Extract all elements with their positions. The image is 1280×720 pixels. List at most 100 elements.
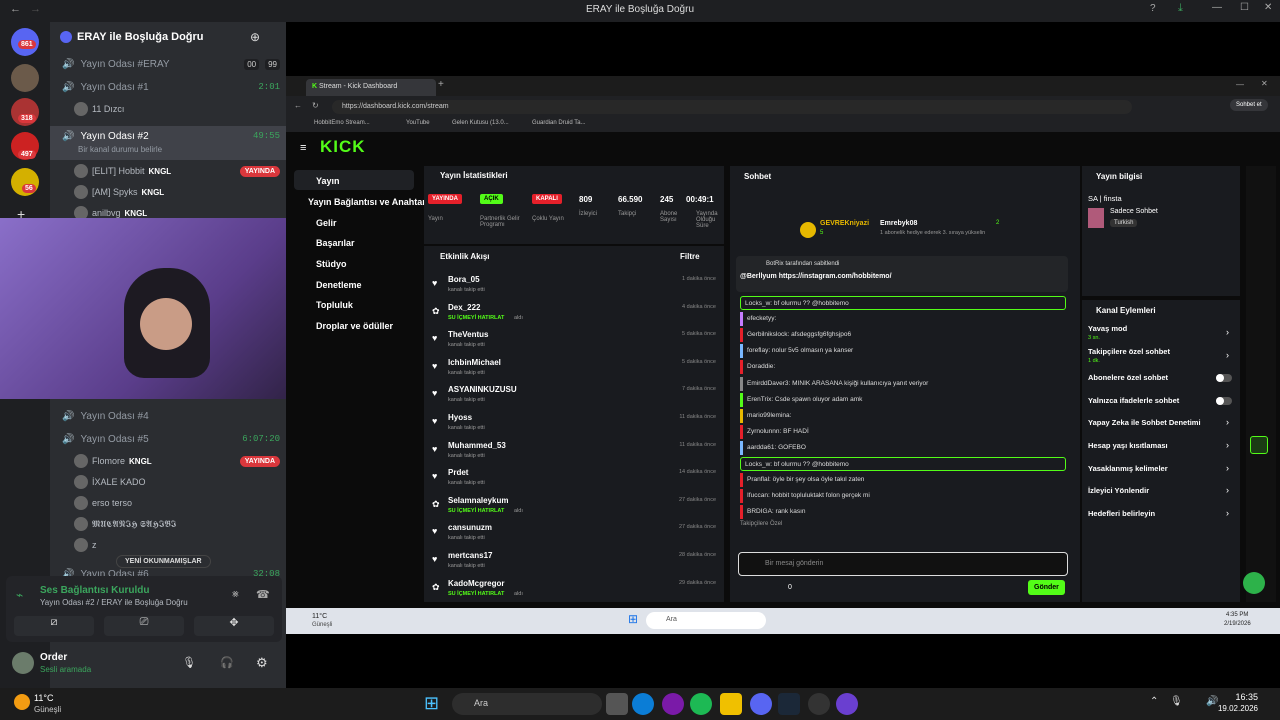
chat-message[interactable]: Ifuccan: hobbit topluluktakt folon gerçe… xyxy=(740,489,1066,504)
channel-action-row[interactable]: Takipçilere özel sohbet 1 dk. › xyxy=(1082,345,1240,367)
close-icon[interactable]: ✕ xyxy=(1264,2,1272,13)
activity-row[interactable]: ✿ KadoMcgregor SU İÇMEYİ HATIRLAT aldı 29 da… xyxy=(424,576,724,602)
back-arrow-icon[interactable]: ← xyxy=(294,101,302,110)
opera-icon[interactable] xyxy=(662,693,684,715)
app-icon[interactable] xyxy=(836,693,858,715)
bookmark[interactable]: YouTube xyxy=(406,120,430,126)
channel-action-row[interactable]: Yapay Zeka ile Sohbet Denetimi › xyxy=(1082,412,1240,434)
bookmark[interactable]: Guardian Druid Ta... xyxy=(532,120,586,126)
menu-item-topluluk[interactable]: Topluluk xyxy=(316,300,353,310)
voice-user[interactable]: [AM] Spyks KNGL xyxy=(74,183,280,201)
maximize-icon[interactable]: ☐ xyxy=(1240,2,1249,13)
avatar[interactable] xyxy=(12,652,34,674)
disconnect-icon[interactable]: ☎ xyxy=(256,588,270,601)
activities-button[interactable]: ✥ xyxy=(194,616,274,636)
browser-tab[interactable]: K Stream - Kick Dashboard xyxy=(306,79,436,96)
channel-action-row[interactable]: Yasaklanmış kelimeler › xyxy=(1082,458,1240,480)
address-bar[interactable]: https://dashboard.kick.com/stream xyxy=(332,100,1132,114)
channel-yayin-eray[interactable]: 🔊 Yayın Odası #ERAY 00 99 xyxy=(58,54,280,74)
menu-item-droplar[interactable]: Droplar ve ödüller xyxy=(316,321,393,331)
channel-action-row[interactable]: Yalnızca ifadelerle sohbet xyxy=(1082,390,1240,412)
channel-action-row[interactable]: Hedefleri belirleyin › xyxy=(1082,503,1240,525)
chat-input[interactable]: Bir mesaj gönderin xyxy=(738,552,1068,576)
activity-row[interactable]: ♥ mertcans17 kanalı takip etti 28 dakika ön… xyxy=(424,548,724,574)
obs-icon[interactable] xyxy=(808,693,830,715)
minimize-icon[interactable]: — xyxy=(1236,80,1244,89)
voice-user[interactable]: z xyxy=(74,536,280,554)
menu-item-yayin[interactable]: Yayın xyxy=(316,176,340,186)
chat-message[interactable]: ErenTrix: Csde spawn oluyor adam amk xyxy=(740,392,1066,407)
filter-button[interactable]: Filtre xyxy=(680,252,700,261)
toggle-switch[interactable] xyxy=(1216,396,1232,405)
microphone-icon[interactable]: 🎙 xyxy=(1170,696,1183,707)
username[interactable]: Order xyxy=(40,652,67,663)
activity-row[interactable]: ♥ TheVentus kanalı takip etti 5 dakika önce xyxy=(424,327,724,353)
voice-user[interactable]: [ELIT] Hobbit KNGL YAYINDA xyxy=(74,162,280,180)
task-view-icon[interactable] xyxy=(606,693,628,715)
server-icon[interactable] xyxy=(11,64,39,92)
activity-row[interactable]: ✿ Dex_222 SU İÇMEYİ HATIRLAT aldı 4 dakika ö… xyxy=(424,300,724,326)
clock[interactable]: 16:35 xyxy=(1218,692,1258,702)
hamburger-icon[interactable]: ≡ xyxy=(300,142,306,154)
activity-row[interactable]: ♥ cansunuzm kanalı takip etti 27 dakika önc… xyxy=(424,520,724,546)
unread-pill[interactable]: YENİ OKUNMAMIŞLAR xyxy=(116,555,211,568)
edge-icon[interactable] xyxy=(632,693,654,715)
file-explorer-icon[interactable] xyxy=(720,693,742,715)
chat-message[interactable]: foreflay: nolur 5v5 olmasın ya kanser xyxy=(740,344,1066,359)
settings-gear-icon[interactable]: ⚙ xyxy=(256,655,268,671)
minimize-icon[interactable]: — xyxy=(1212,2,1222,13)
chat-message[interactable]: Locks_w: bf olurmu ?? @hobbitemo xyxy=(740,457,1066,471)
category-name[interactable]: Sadece Sohbet xyxy=(1110,208,1158,215)
new-tab-icon[interactable]: + xyxy=(438,79,444,90)
noise-suppression-icon[interactable]: ⨳ xyxy=(232,588,239,601)
spotify-icon[interactable] xyxy=(690,693,712,715)
activity-row[interactable]: ✿ Selamnaleykum SU İÇMEYİ HATIRLAT aldı 27 d… xyxy=(424,493,724,519)
voice-user[interactable]: 11 Dızcı xyxy=(74,100,280,118)
headphones-icon[interactable]: 🎧 xyxy=(220,656,234,669)
bookmark[interactable]: Gelen Kutusu (13.0... xyxy=(452,120,509,126)
voice-user[interactable]: İXALE KADO xyxy=(74,473,280,491)
activity-row[interactable]: ♥ Prdet kanalı takip etti 14 dakika önce xyxy=(424,465,724,491)
top-gifter-1[interactable]: GEVREKniyazi xyxy=(820,220,869,227)
steam-icon[interactable] xyxy=(778,693,800,715)
voice-subtitle[interactable]: Yayın Odası #2 / ERAY ile Boşluğa Doğru xyxy=(40,598,188,607)
top-gifter-2[interactable]: Emrebyk08 xyxy=(880,220,917,227)
windows-start-icon[interactable]: ⊞ xyxy=(424,693,439,714)
close-icon[interactable]: ✕ xyxy=(1261,79,1268,88)
camera-button[interactable]: ⧄ xyxy=(14,616,94,636)
voice-user[interactable]: erso terso xyxy=(74,494,280,512)
voice-user[interactable]: 𝕸𝖀𝕮𝕬𝕹𝕴𝕳 𝕾𝕬𝕳𝕴𝕭𝕴 xyxy=(74,515,280,533)
channel-action-row[interactable]: Hesap yaşı kısıtlaması › xyxy=(1082,435,1240,457)
menu-item-baglanti[interactable]: Yayın Bağlantısı ve Anahtarı xyxy=(308,197,428,207)
pinned-message[interactable]: BotRix tarafından sabitlendi @Berllyum h… xyxy=(736,256,1068,292)
help-icon[interactable]: ? xyxy=(1150,3,1156,14)
chat-message[interactable]: Gerbilnikslock: afsdeggsfg6fghsjpo6 xyxy=(740,328,1066,343)
chat-message[interactable]: efecketyy: xyxy=(740,312,1066,327)
inner-search[interactable]: Ara xyxy=(646,612,766,629)
bookmark[interactable]: HobbitEmo Stream... xyxy=(314,120,370,126)
taskbar-search[interactable]: Ara xyxy=(452,693,602,715)
kick-logo[interactable]: KICK xyxy=(320,137,366,157)
chat-message[interactable]: Locks_w: bf olurmu ?? @hobbitemo xyxy=(740,296,1066,310)
activity-row[interactable]: ♥ Muhammed_53 kanalı takip etti 11 dakika ö… xyxy=(424,438,724,464)
support-icon[interactable] xyxy=(1243,572,1265,594)
toggle-switch[interactable] xyxy=(1216,374,1232,383)
screen-share-button[interactable]: ⎚ xyxy=(104,616,184,636)
server-name[interactable]: ERAY ile Boşluğa Doğru xyxy=(77,31,204,43)
channel-oda2[interactable]: 🔊 Yayın Odası #2 49:55 xyxy=(58,126,280,146)
tray-chevron-icon[interactable]: ⌃ xyxy=(1150,696,1158,707)
send-button[interactable]: Gönder xyxy=(1028,580,1065,595)
channel-status[interactable]: Bir kanal durumu belirle xyxy=(78,145,162,154)
channel-action-row[interactable]: İzleyici Yönlendir › xyxy=(1082,480,1240,502)
microphone-icon[interactable]: 🎙 xyxy=(182,656,196,669)
menu-item-denetleme[interactable]: Denetleme xyxy=(316,280,362,290)
channel-action-row[interactable]: Abonelere özel sohbet xyxy=(1082,367,1240,389)
activity-row[interactable]: ♥ IchbinMichael kanalı takip etti 5 dakika … xyxy=(424,355,724,381)
reload-icon[interactable]: ↻ xyxy=(312,101,319,110)
menu-item-gelir[interactable]: Gelir xyxy=(316,218,337,228)
chat-button[interactable]: Sohbet et xyxy=(1230,99,1268,111)
voice-user[interactable]: Flomore KNGL YAYINDA xyxy=(74,452,280,470)
chat-message[interactable]: Zyrnolunnn: BF HADİ xyxy=(740,424,1066,439)
chat-message[interactable]: BRDIGA: rank kasın xyxy=(740,505,1066,520)
discord-icon[interactable] xyxy=(750,693,772,715)
